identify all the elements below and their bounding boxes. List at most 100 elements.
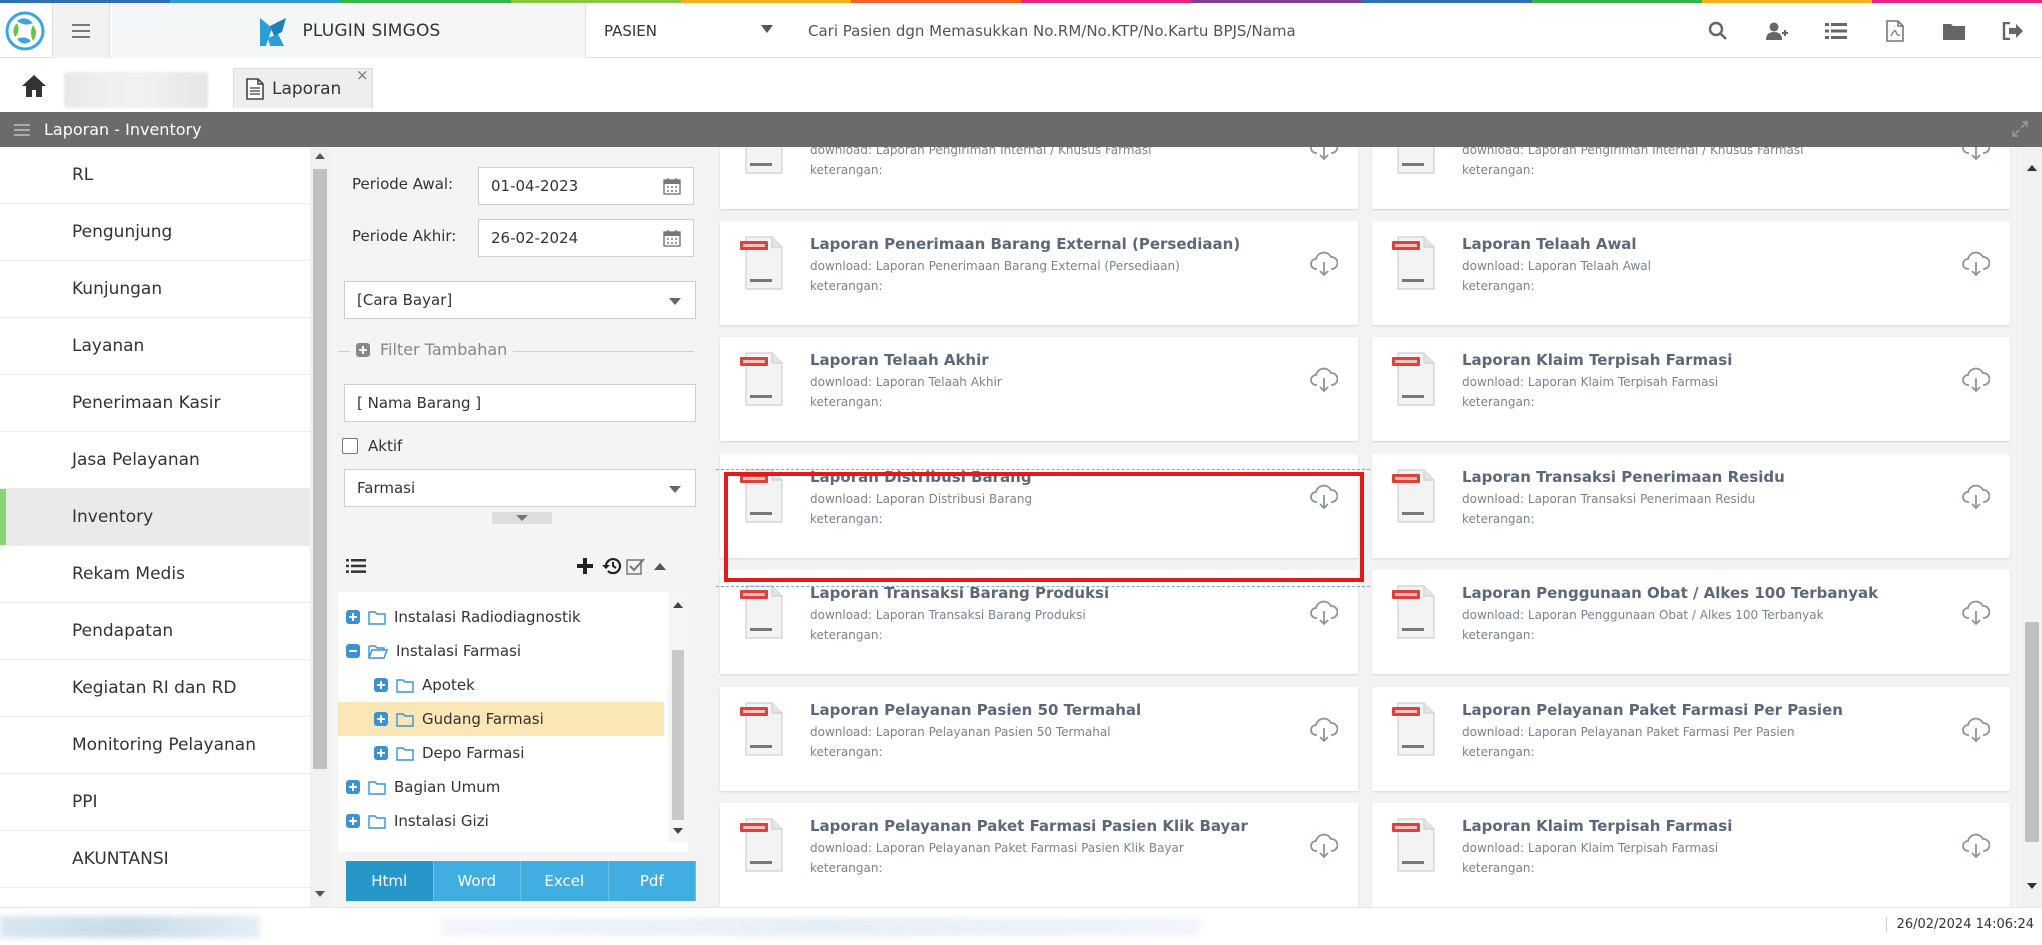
tree-node[interactable]: Instalasi Gizi [338, 804, 664, 838]
scrollbar-thumb[interactable] [672, 650, 684, 820]
tree-list-button[interactable] [346, 558, 366, 578]
report-card[interactable]: Laporan Penerimaan Barang External (Pers… [720, 221, 1358, 325]
menu-item-ppi[interactable]: PPI [0, 774, 310, 831]
menu-item-layanan[interactable]: Layanan [0, 318, 310, 375]
format-pdf-button[interactable]: Pdf [608, 861, 696, 901]
nama-barang-field[interactable]: [ Nama Barang ] [344, 384, 696, 422]
report-card[interactable]: Laporan Pengiriman Internal / Khusus Far… [720, 147, 1358, 209]
menu-item-penerimaan-kasir[interactable]: Penerimaan Kasir [0, 375, 310, 432]
scroll-up-icon[interactable] [2027, 165, 2037, 171]
logout-button[interactable] [1983, 3, 2042, 58]
collapse-up-icon[interactable] [654, 563, 666, 570]
report-card[interactable]: Laporan Telaah Awal download: Laporan Tel… [1372, 221, 2010, 325]
report-card[interactable]: Laporan Pelayanan Pasien 50 Termahal down… [720, 687, 1358, 791]
periode-awal-field[interactable]: 01-04-2023 [478, 167, 694, 205]
scroll-up-icon[interactable] [673, 602, 683, 608]
search-button[interactable] [1688, 3, 1747, 58]
collapse-toggle[interactable] [492, 512, 552, 524]
format-html-button[interactable]: Html [346, 861, 434, 901]
tree-scrollbar[interactable] [668, 592, 688, 842]
add-user-button[interactable] [1747, 3, 1806, 58]
cloud-download-icon[interactable] [1962, 367, 1991, 397]
collapse-icon[interactable] [346, 644, 360, 658]
report-card[interactable]: Laporan Pelayanan Paket Farmasi Pasien K… [720, 803, 1358, 907]
format-word-button[interactable]: Word [433, 861, 521, 901]
cloud-download-icon[interactable] [1310, 833, 1339, 863]
filter-tambahan-toggle[interactable]: Filter Tambahan [350, 340, 514, 359]
scroll-up-icon[interactable] [315, 153, 325, 159]
calendar-icon[interactable] [663, 229, 681, 251]
report-title[interactable]: Laporan Klaim Terpisah Farmasi [1462, 351, 1732, 369]
menu-item-pendapatan[interactable]: Pendapatan [0, 603, 310, 660]
cloud-download-icon[interactable] [1310, 367, 1339, 397]
cloud-download-icon[interactable] [1310, 600, 1339, 630]
menu-item-monitoring-pelayanan[interactable]: Monitoring Pelayanan [0, 717, 310, 774]
menu-scrollbar[interactable] [310, 147, 330, 907]
cloud-download-icon[interactable] [1962, 600, 1991, 630]
cloud-download-icon[interactable] [1310, 717, 1339, 747]
report-title[interactable]: Laporan Pelayanan Paket Farmasi Pasien K… [810, 817, 1248, 835]
tree-node[interactable]: Instalasi Farmasi [338, 634, 664, 668]
menu-item-akuntansi[interactable]: AKUNTANSI [0, 831, 310, 888]
cloud-download-icon[interactable] [1962, 251, 1991, 281]
check-all-button[interactable] [626, 557, 646, 579]
tab-laporan[interactable]: Laporan [233, 68, 373, 108]
expand-icon[interactable] [346, 814, 360, 828]
report-title[interactable]: Laporan Telaah Akhir [810, 351, 989, 369]
expand-icon[interactable] [374, 746, 388, 760]
menu-item-inventory[interactable]: Inventory [0, 489, 310, 546]
expand-button[interactable] [2012, 121, 2028, 141]
scroll-down-icon[interactable] [2027, 883, 2037, 889]
expand-icon[interactable] [346, 610, 360, 624]
format-excel-button[interactable]: Excel [521, 861, 609, 901]
tree-node[interactable]: Depo Farmasi [338, 736, 664, 770]
history-button[interactable] [602, 557, 622, 579]
folder-button[interactable] [1924, 3, 1983, 58]
cloud-download-icon[interactable] [1310, 251, 1339, 281]
ruangan-select[interactable]: Farmasi [344, 469, 696, 507]
report-title[interactable]: Laporan Klaim Terpisah Farmasi [1462, 817, 1732, 835]
scrollbar-thumb[interactable] [313, 169, 327, 769]
cloud-download-icon[interactable] [1962, 147, 1991, 165]
close-tab-icon[interactable]: × [356, 66, 369, 84]
menu-item-jasa-pelayanan[interactable]: Jasa Pelayanan [0, 432, 310, 489]
report-card[interactable]: Laporan Klaim Terpisah Farmasi download: … [1372, 803, 2010, 907]
cloud-download-icon[interactable] [1962, 717, 1991, 747]
scroll-down-icon[interactable] [673, 828, 683, 834]
report-title[interactable]: Laporan Transaksi Penerimaan Residu [1462, 468, 1785, 486]
app-logo[interactable] [0, 3, 50, 58]
pdf-button[interactable] [1865, 3, 1924, 58]
cloud-download-icon[interactable] [1310, 147, 1339, 165]
list-button[interactable] [1806, 3, 1865, 58]
expand-icon[interactable] [346, 780, 360, 794]
report-card[interactable]: Laporan Pengiriman Internal / Khusus Far… [1372, 147, 2010, 209]
scrollbar-thumb[interactable] [2025, 622, 2039, 842]
tree-node[interactable]: Bagian Umum [338, 770, 664, 804]
report-title[interactable]: Laporan Pelayanan Pasien 50 Termahal [810, 701, 1141, 719]
tree-node-selected[interactable]: Gudang Farmasi [338, 702, 664, 736]
periode-akhir-field[interactable]: 26-02-2024 [478, 219, 694, 257]
patient-type-select[interactable]: PASIEN [586, 3, 791, 58]
report-card[interactable]: Laporan Penggunaan Obat / Alkes 100 Terb… [1372, 570, 2010, 674]
home-button[interactable] [14, 70, 54, 102]
menu-item-pengunjung[interactable]: Pengunjung [0, 204, 310, 261]
cara-bayar-select[interactable]: [Cara Bayar] [344, 281, 696, 319]
hamburger-menu-button[interactable] [52, 3, 110, 58]
report-title[interactable]: Laporan Pelayanan Paket Farmasi Per Pasi… [1462, 701, 1843, 719]
report-title[interactable]: Laporan Penggunaan Obat / Alkes 100 Terb… [1462, 584, 1878, 602]
add-button[interactable] [576, 557, 594, 579]
tree-node[interactable]: Instalasi Radiodiagnostik [338, 600, 664, 634]
report-card[interactable]: Laporan Telaah Akhir download: Laporan Te… [720, 337, 1358, 441]
scroll-down-icon[interactable] [315, 891, 325, 897]
aktif-checkbox[interactable] [342, 438, 358, 454]
report-scrollbar[interactable] [2022, 147, 2042, 907]
report-title[interactable]: Laporan Telaah Awal [1462, 235, 1637, 253]
menu-item-kunjungan[interactable]: Kunjungan [0, 261, 310, 318]
report-title[interactable]: Laporan Penerimaan Barang External (Pers… [810, 235, 1240, 253]
menu-item-rl[interactable]: RL [0, 147, 310, 204]
tree-node[interactable]: Apotek [338, 668, 664, 702]
cloud-download-icon[interactable] [1962, 484, 1991, 514]
menu-item-rekam-medis[interactable]: Rekam Medis [0, 546, 310, 603]
calendar-icon[interactable] [663, 177, 681, 199]
expand-icon[interactable] [374, 712, 388, 726]
